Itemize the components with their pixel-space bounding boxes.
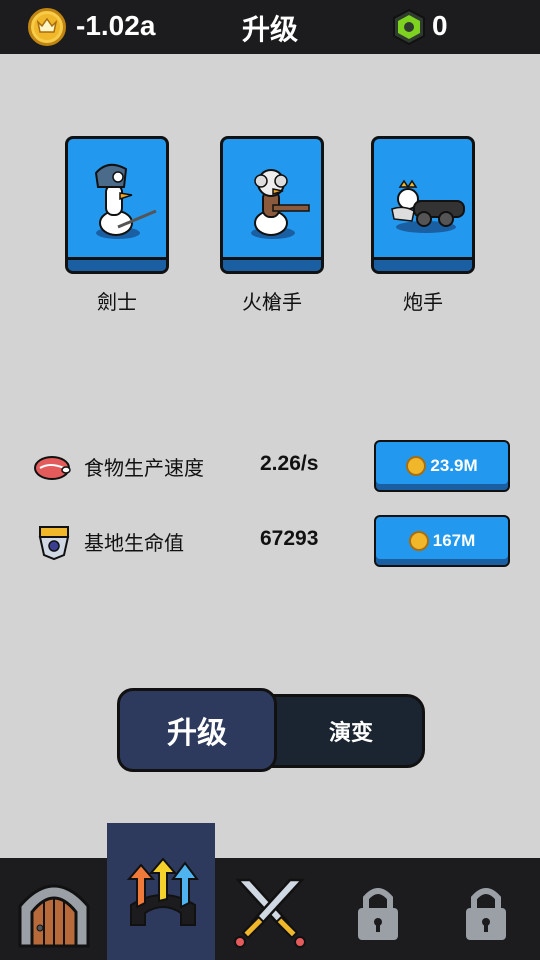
- unit-card-cannoneer[interactable]: [371, 136, 475, 274]
- nav-castle[interactable]: [0, 858, 108, 960]
- stat-value: 67293: [260, 527, 319, 550]
- unit-swordsman[interactable]: 劍士: [65, 136, 169, 315]
- stat-row-base-health: 基地生命值 67293 167M: [0, 515, 540, 567]
- musketeer-goose-icon: [251, 169, 310, 239]
- crossed-swords-icon: [234, 878, 306, 948]
- unit-cannoneer[interactable]: 炮手: [371, 136, 475, 315]
- cannoneer-goose-icon: [391, 179, 465, 233]
- gems-value: 0: [432, 10, 448, 41]
- coin-icon: [408, 531, 429, 551]
- stat-value: 2.26/s: [260, 452, 319, 475]
- stat-row-food: 食物生产速度 2.26/s 23.9M: [0, 440, 540, 492]
- castle-shield-icon: [34, 523, 74, 561]
- nav-battle[interactable]: [216, 858, 324, 960]
- stat-label: 食物生产速度: [84, 456, 204, 480]
- nav-locked-2[interactable]: [432, 858, 540, 960]
- cost-label: 23.9M: [430, 456, 478, 475]
- unit-label-cannoneer: 炮手: [403, 290, 443, 314]
- meat-icon: [34, 448, 74, 484]
- tab-evolve[interactable]: 演变: [267, 694, 425, 768]
- unit-musketeer[interactable]: 火槍手: [220, 136, 324, 315]
- castle-gate-icon: [18, 884, 90, 948]
- lock-icon: [358, 888, 398, 940]
- nav-locked-1[interactable]: [324, 858, 432, 960]
- nav-upgrade[interactable]: [107, 823, 215, 960]
- upgrade-arrows-icon: [126, 857, 199, 926]
- top-bar: -1.02a 升级 0: [0, 0, 540, 54]
- stat-label: 基地生命值: [84, 531, 184, 555]
- lock-icon: [466, 888, 506, 940]
- unit-label-swordsman: 劍士: [97, 290, 137, 314]
- upgrade-food-button[interactable]: 23.9M: [374, 440, 510, 492]
- unit-card-swordsman[interactable]: [65, 136, 169, 274]
- bottom-nav: [0, 823, 540, 960]
- page-title: 升级: [241, 13, 298, 46]
- mode-toggle: 演变 升级: [117, 688, 427, 772]
- tab-upgrade[interactable]: 升级: [117, 688, 277, 772]
- swordsman-goose-icon: [94, 163, 157, 239]
- unit-label-musketeer: 火槍手: [242, 290, 302, 314]
- cost-label: 167M: [432, 531, 476, 550]
- green-gem-icon: [390, 8, 428, 46]
- upgrade-base-health-button[interactable]: 167M: [374, 515, 510, 567]
- unit-card-musketeer[interactable]: [220, 136, 324, 274]
- coin-icon: [406, 456, 427, 476]
